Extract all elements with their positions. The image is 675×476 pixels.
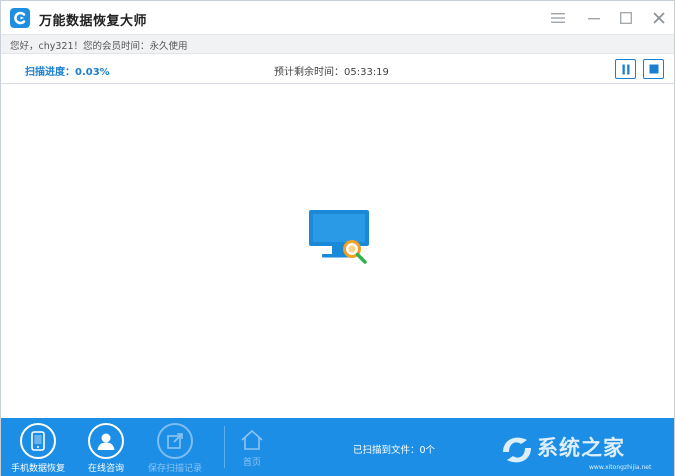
watermark-url: www.xitongzhijia.net (589, 464, 652, 471)
close-button[interactable] (648, 7, 670, 29)
watermark-text: 系统之家 (537, 435, 625, 460)
app-logo-icon (10, 8, 30, 28)
save-scan-record-button[interactable]: 保存扫描记录 (145, 418, 205, 476)
greeting-text: 您好，chy321！您的会员时间：永久使用 (10, 41, 188, 52)
phone-recovery-button[interactable]: 手机数据恢复 (8, 418, 68, 476)
app-title: 万能数据恢复大师 (39, 14, 148, 29)
phone-recovery-label: 手机数据恢复 (10, 464, 65, 474)
scan-progress-label: 扫描进度：0.03% (25, 67, 110, 78)
close-icon (653, 12, 665, 24)
watermark-logo: 系统之家 www.xitongzhijia.net (497, 426, 672, 474)
online-consult-label: 在线咨询 (87, 464, 124, 474)
online-consult-button[interactable]: 在线咨询 (83, 418, 129, 476)
maximize-button[interactable] (615, 7, 637, 29)
home-icon (241, 429, 263, 450)
user-icon (88, 423, 124, 459)
scan-progress-bar: 扫描进度：0.03% 预计剩余时间：05:33:19 (1, 54, 674, 84)
app-window: 万能数据恢复大师 您好，chy321！您的会员时间：永久使用 扫描进度：0.03… (0, 0, 675, 476)
menu-icon (551, 13, 565, 23)
scan-area (1, 85, 674, 418)
remaining-time: 预计剩余时间：05:33:19 (274, 67, 389, 78)
toolbar-divider (224, 426, 225, 468)
home-button[interactable]: 首页 (237, 418, 267, 476)
home-label: 首页 (242, 458, 261, 468)
scanned-files-count: 已扫描到文件：0个 (353, 445, 436, 456)
greeting-bar: 您好，chy321！您的会员时间：永久使用 (1, 34, 674, 54)
stop-button[interactable] (643, 59, 664, 79)
title-bar[interactable]: 万能数据恢复大师 (1, 1, 674, 34)
save-scan-record-label: 保存扫描记录 (147, 464, 202, 474)
bottom-toolbar: 手机数据恢复 在线咨询 保存扫描记录 首页 已扫描到文件：0个 系统之家 www… (1, 418, 674, 476)
menu-button[interactable] (547, 7, 569, 29)
monitor-search-icon (306, 209, 372, 267)
minimize-icon (588, 18, 600, 20)
phone-icon (20, 423, 56, 459)
pause-button[interactable] (615, 59, 636, 79)
minimize-button[interactable] (583, 7, 605, 29)
pause-icon (622, 64, 629, 74)
stop-icon (649, 64, 658, 74)
maximize-icon (620, 12, 632, 24)
export-icon (157, 423, 193, 459)
